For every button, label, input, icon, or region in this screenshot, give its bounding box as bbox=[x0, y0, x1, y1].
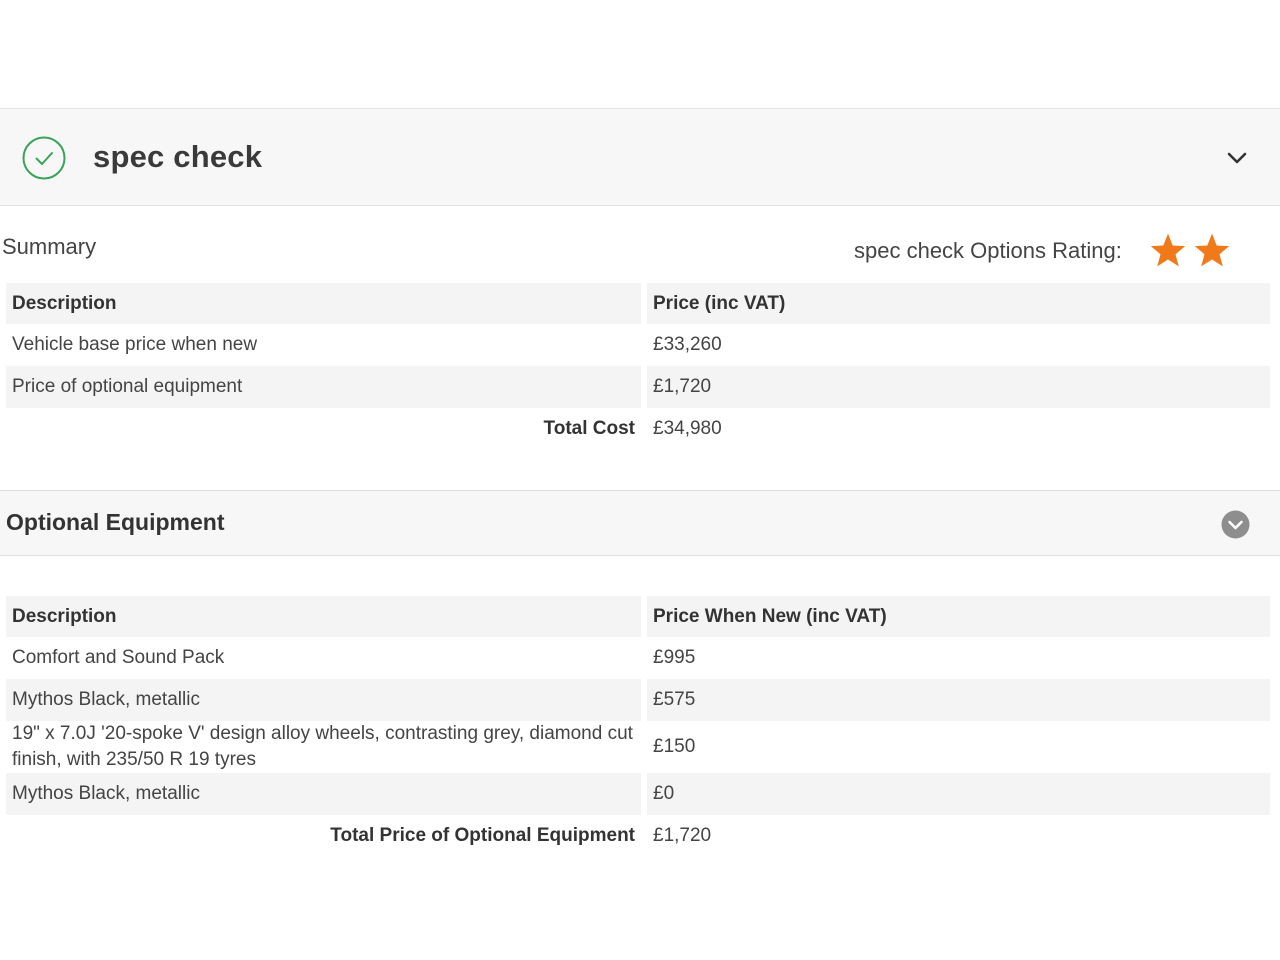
options-rating-label: spec check Options Rating: bbox=[854, 238, 1122, 263]
optional-equipment-title: Optional Equipment bbox=[6, 509, 225, 535]
row-description: 19" x 7.0J '20-spoke V' design alloy whe… bbox=[12, 723, 633, 770]
table-row: Vehicle base price when new £33,260 bbox=[6, 324, 1270, 366]
column-header-price: Price When New (inc VAT) bbox=[647, 596, 1270, 637]
optional-equipment-header[interactable]: Optional Equipment bbox=[0, 490, 1280, 556]
chevron-circle-down-icon[interactable] bbox=[1221, 510, 1250, 539]
row-description: Vehicle base price when new bbox=[12, 334, 258, 355]
table-row: Price of optional equipment £1,720 bbox=[6, 366, 1270, 408]
optional-equipment-table: Description Price When New (inc VAT) Com… bbox=[0, 596, 1276, 857]
spec-check-header[interactable]: spec check bbox=[0, 108, 1280, 206]
check-circle-icon bbox=[22, 136, 66, 180]
star-icon bbox=[1150, 233, 1186, 267]
row-description: Mythos Black, metallic bbox=[6, 679, 641, 721]
table-row: Comfort and Sound Pack £995 bbox=[6, 637, 1270, 679]
row-description: Mythos Black, metallic bbox=[6, 773, 641, 815]
total-row: Total Price of Optional Equipment £1,720 bbox=[6, 815, 1270, 857]
table-header-row: Description Price (inc VAT) bbox=[6, 283, 1270, 324]
row-price: £1,720 bbox=[647, 366, 1270, 408]
summary-table: Description Price (inc VAT) Vehicle base… bbox=[0, 283, 1276, 450]
total-cost-value: £34,980 bbox=[653, 418, 722, 439]
chevron-down-icon[interactable] bbox=[1225, 149, 1249, 167]
table-header-row: Description Price When New (inc VAT) bbox=[6, 596, 1270, 637]
column-header-description: Description bbox=[6, 596, 641, 637]
row-description: Comfort and Sound Pack bbox=[12, 647, 225, 668]
total-row: Total Cost £34,980 bbox=[6, 408, 1270, 450]
column-header-description: Description bbox=[6, 283, 641, 324]
column-header-price: Price (inc VAT) bbox=[647, 283, 1270, 324]
row-price: £33,260 bbox=[653, 334, 722, 355]
table-row: Mythos Black, metallic £575 bbox=[6, 679, 1270, 721]
row-price: £995 bbox=[653, 647, 696, 668]
row-description: Price of optional equipment bbox=[6, 366, 641, 408]
row-price: £0 bbox=[647, 773, 1270, 815]
row-price: £150 bbox=[653, 736, 696, 757]
total-optional-equipment-label: Total Price of Optional Equipment bbox=[330, 825, 635, 846]
star-icon bbox=[1194, 233, 1230, 267]
row-price: £575 bbox=[647, 679, 1270, 721]
summary-heading: Summary bbox=[2, 234, 97, 259]
total-cost-label: Total Cost bbox=[543, 418, 635, 439]
total-optional-equipment-value: £1,720 bbox=[653, 825, 712, 846]
table-row: Mythos Black, metallic £0 bbox=[6, 773, 1270, 815]
spec-check-title: spec check bbox=[93, 139, 263, 174]
table-row: 19" x 7.0J '20-spoke V' design alloy whe… bbox=[6, 721, 1270, 773]
